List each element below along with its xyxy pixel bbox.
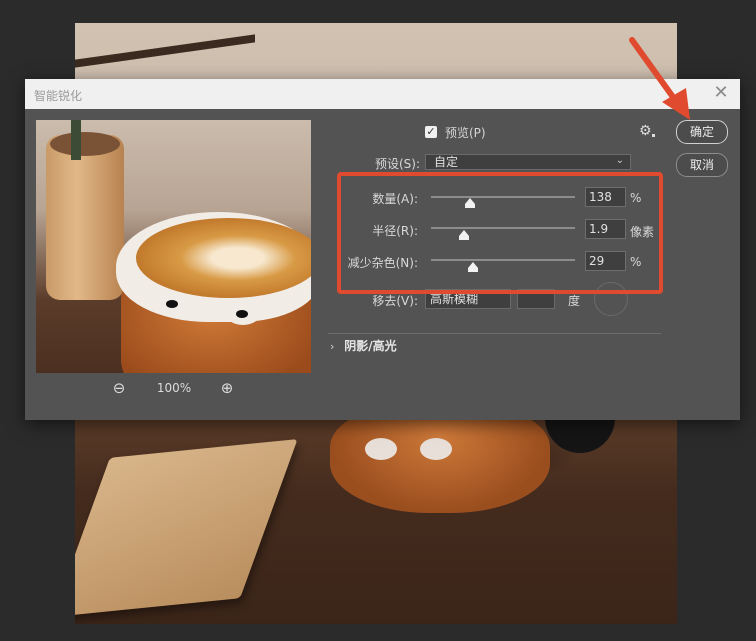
- preview-toggle[interactable]: ✓ 预览(P): [425, 124, 486, 140]
- preview-checkbox[interactable]: ✓: [425, 126, 437, 138]
- preview-cup-top: [50, 132, 120, 156]
- preview-image[interactable]: [36, 120, 311, 373]
- gear-menu-caret: [652, 134, 655, 137]
- cancel-button[interactable]: 取消: [676, 153, 728, 177]
- preview-straw: [71, 120, 81, 160]
- annotation-arrow-icon: [629, 37, 690, 120]
- annotation-highlight-box: [337, 172, 663, 294]
- remove-blur-value: 高斯模糊: [430, 292, 479, 306]
- zoom-out-icon[interactable]: ⊖: [110, 379, 128, 397]
- preview-label: 预览(P): [445, 125, 486, 140]
- canvas-mug-eye-right: [420, 438, 452, 460]
- preview-dot: [236, 310, 248, 318]
- remove-label: 移去(V):: [372, 294, 418, 308]
- zoom-level: 100%: [156, 381, 192, 395]
- angle-unit: 度: [568, 294, 581, 308]
- shadows-highlights-label: 阴影/高光: [344, 339, 397, 353]
- preset-label: 预设(S):: [374, 157, 420, 171]
- preset-select[interactable]: 自定 ⌄: [425, 154, 631, 170]
- preview-cup: [46, 135, 124, 300]
- zoom-in-icon[interactable]: ⊕: [218, 379, 236, 397]
- dialog-title: 智能锐化: [34, 89, 83, 103]
- section-divider: [328, 333, 661, 334]
- preview-dot: [166, 300, 178, 308]
- chevron-right-icon: ›: [330, 340, 335, 353]
- zoom-controls: ⊖ 100% ⊕: [36, 379, 311, 399]
- canvas-notebook: [75, 439, 298, 617]
- close-icon[interactable]: ✕: [712, 84, 730, 102]
- gear-icon[interactable]: ⚙: [639, 123, 652, 139]
- preset-value: 自定: [434, 155, 459, 169]
- canvas-shelf-edge: [75, 34, 255, 68]
- shadows-highlights-toggle[interactable]: › 阴影/高光: [330, 337, 397, 353]
- chevron-down-icon: ⌄: [615, 155, 624, 166]
- canvas-mug-eye-left: [365, 438, 397, 460]
- preview-latte-art: [136, 218, 311, 298]
